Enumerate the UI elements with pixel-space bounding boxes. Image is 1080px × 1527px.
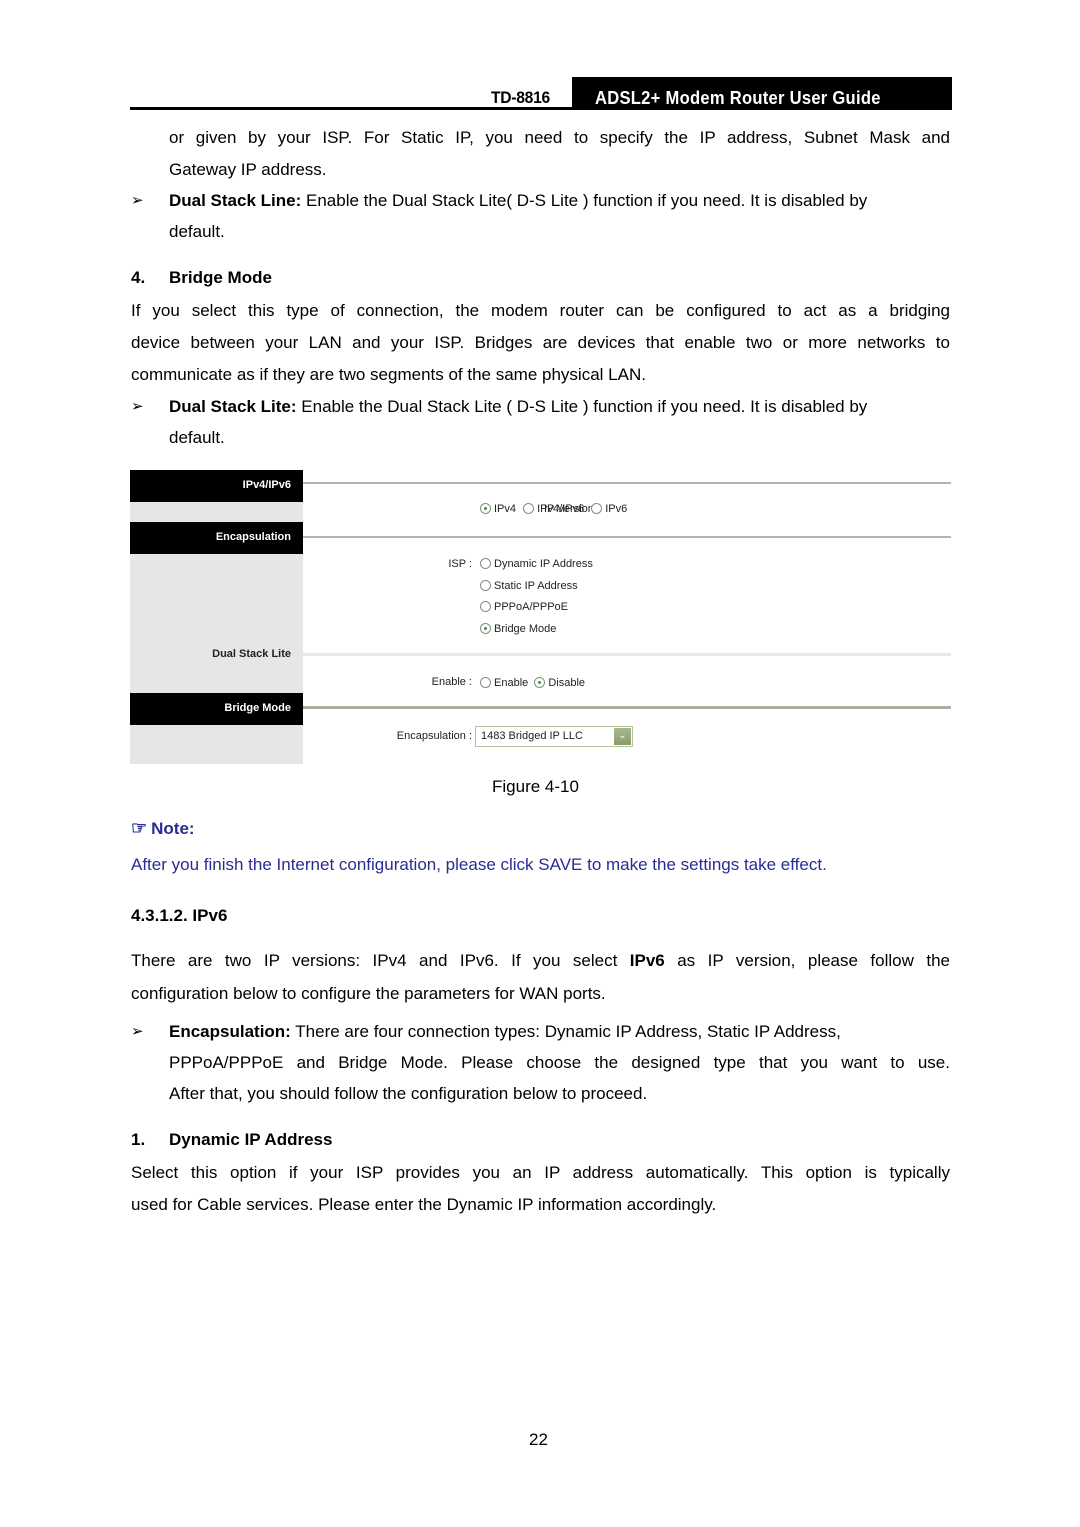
enable-label: Enable : <box>431 676 472 688</box>
isp-option: Dynamic IP Address <box>480 558 593 570</box>
paragraph-line: PPPoA/PPPoE and Bridge Mode. Please choo… <box>169 1053 950 1072</box>
isp-label: ISP : <box>448 558 472 570</box>
radio-label: Disable <box>548 677 586 689</box>
bullet-arrow-icon: ➢ <box>131 192 144 209</box>
note-title: Note: <box>151 819 195 838</box>
isp-option: Bridge Mode <box>480 623 556 635</box>
bullet-label: Dual Stack Lite: <box>169 397 297 416</box>
bullet-arrow-icon: ➢ <box>131 398 144 415</box>
paragraph-line: After that, you should follow the config… <box>169 1084 648 1103</box>
section-heading-dynamic-ip: Dynamic IP Address <box>169 1130 333 1149</box>
section-number: 4. <box>131 268 146 287</box>
section-number: 1. <box>131 1130 146 1149</box>
paragraph-line: There are two IP versions: IPv4 and IPv6… <box>131 951 950 971</box>
paragraph-line: Gateway IP address. <box>169 160 327 179</box>
bullet-text: Enable the Dual Stack Lite ( D-S Lite ) … <box>296 397 868 416</box>
divider <box>303 706 951 709</box>
radio-pppoa-pppoe[interactable] <box>480 601 491 612</box>
page-number: 22 <box>529 1430 548 1449</box>
header-title: ADSL2+ Modem Router User Guide <box>595 88 881 108</box>
radio-label: PPPoA/PPPoE <box>494 601 568 613</box>
chevron-down-icon[interactable]: ⌄ <box>614 728 631 745</box>
note-heading: ☞ Note: <box>131 818 195 839</box>
tab-ipv4-ipv6[interactable]: IPv4/IPv6 <box>130 470 303 502</box>
text-run-bold: IPv6 <box>629 951 665 970</box>
figure-caption: Figure 4-10 <box>492 777 579 796</box>
tab-encapsulation[interactable]: Encapsulation <box>130 522 303 554</box>
note-body: After you finish the Internet configurat… <box>131 855 827 874</box>
paragraph-line: device between your LAN and your ISP. Br… <box>131 333 950 352</box>
encapsulation-value: 1483 Bridged IP LLC <box>481 730 583 742</box>
ip-version-radio-group: IPv4 IPv4/IPv6 IPv6 <box>480 503 627 515</box>
pointing-hand-icon: ☞ <box>131 818 148 838</box>
divider <box>303 482 951 484</box>
radio-label: IPv4/IPv6 <box>537 503 585 515</box>
radio-label: Bridge Mode <box>494 623 557 635</box>
radio-enable[interactable] <box>480 677 491 688</box>
header-model: TD-8816 <box>491 88 550 107</box>
text-run: There are two IP versions: IPv4 and IPv6… <box>131 951 630 970</box>
radio-static-ip[interactable] <box>480 580 491 591</box>
section-heading-ipv6: 4.3.1.2. IPv6 <box>131 906 228 925</box>
radio-ipv6[interactable] <box>591 503 603 514</box>
isp-option: Static IP Address <box>480 580 578 592</box>
bullet-encapsulation: Encapsulation: There are four connection… <box>169 1022 841 1042</box>
bullet-label: Encapsulation: <box>169 1022 291 1041</box>
header-title-bar: ADSL2+ Modem Router User Guide <box>572 77 952 109</box>
encapsulation-select[interactable]: 1483 Bridged IP LLC ⌄ <box>475 726 633 747</box>
isp-option: PPPoA/PPPoE <box>480 601 568 613</box>
radio-dynamic-ip[interactable] <box>480 558 491 569</box>
radio-label: Static IP Address <box>494 580 578 592</box>
paragraph-line: communicate as if they are two segments … <box>131 365 646 384</box>
radio-label: IPv6 <box>605 503 628 515</box>
bullet-text: There are four connection types: Dynamic… <box>290 1022 841 1041</box>
bullet-label: Dual Stack Line: <box>169 191 302 210</box>
radio-bridge-mode[interactable] <box>480 623 491 634</box>
paragraph-line: default. <box>169 222 225 241</box>
figure-screenshot: IPv4/IPv6 IP Version : IPv4 IPv4/IPv6 IP… <box>130 470 952 764</box>
divider <box>303 653 951 656</box>
divider <box>303 536 951 538</box>
radio-disable[interactable] <box>534 677 546 688</box>
bullet-arrow-icon: ➢ <box>131 1023 144 1040</box>
bullet-text: Enable the Dual Stack Lite( D-S Lite ) f… <box>301 191 868 210</box>
text-run: as IP version, please follow the <box>664 951 950 970</box>
radio-label: Enable <box>494 677 529 689</box>
section-heading-bridge-mode: Bridge Mode <box>169 268 272 287</box>
bullet-dual-stack-lite: Dual Stack Lite: Enable the Dual Stack L… <box>169 397 867 417</box>
paragraph-line: configuration below to configure the par… <box>131 984 606 1003</box>
paragraph-line: or given by your ISP. For Static IP, you… <box>169 128 950 147</box>
tab-bridge-mode[interactable]: Bridge Mode <box>130 693 303 725</box>
radio-label: IPv4 <box>494 503 517 515</box>
bullet-dual-stack-line: Dual Stack Line: Enable the Dual Stack L… <box>169 191 950 211</box>
paragraph-line: used for Cable services. Please enter th… <box>131 1195 717 1214</box>
radio-ipv4-ipv6[interactable] <box>523 503 535 514</box>
encapsulation-label: Encapsulation : <box>396 730 472 742</box>
paragraph-line: Select this option if your ISP provides … <box>131 1163 950 1182</box>
radio-ipv4[interactable] <box>480 503 491 514</box>
paragraph-line: If you select this type of connection, t… <box>131 301 950 320</box>
radio-label: Dynamic IP Address <box>494 558 593 570</box>
paragraph-line: default. <box>169 428 225 447</box>
enable-radio-group: Enable Disable <box>480 677 585 689</box>
tab-dual-stack-lite[interactable]: Dual Stack Lite <box>130 648 303 668</box>
